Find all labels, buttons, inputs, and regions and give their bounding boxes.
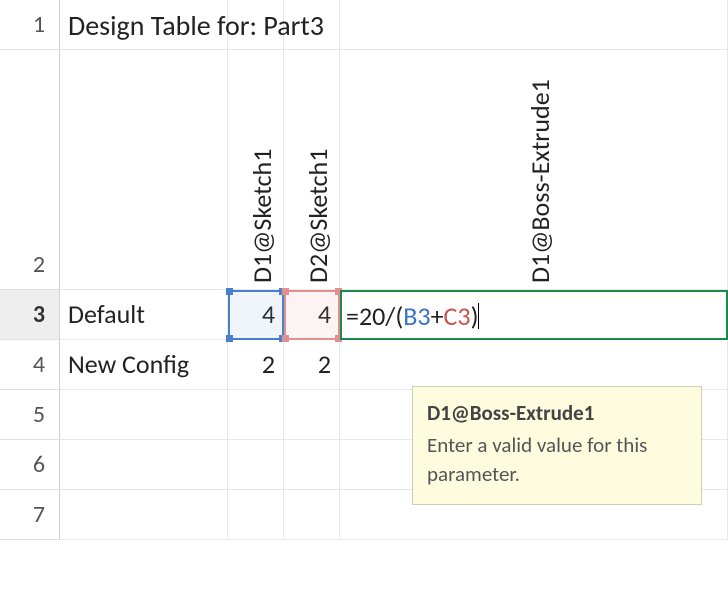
cell-A5[interactable] (60, 390, 228, 440)
parameter-tooltip: D1@Boss-Extrude1 Enter a valid value for… (412, 386, 702, 505)
cell-C7[interactable] (284, 490, 340, 540)
column-header-d: D1@Boss-Extrude1 (524, 79, 556, 283)
cell-C5[interactable] (284, 390, 340, 440)
formula-ref-C3: C3 (444, 300, 471, 332)
row-header-2[interactable]: 2 (0, 50, 60, 290)
cell-B7[interactable] (228, 490, 284, 540)
tooltip-body: Enter a valid value for this parameter. (427, 431, 687, 488)
cell-A4[interactable]: New Config (60, 340, 228, 390)
cell-D2-header[interactable]: D1@Boss-Extrude1 (340, 50, 728, 290)
design-table-title: Design Table for: Part3 (68, 8, 324, 43)
formula-prefix: =20/( (346, 300, 403, 332)
cell-C2-header[interactable]: D2@Sketch1 (284, 50, 340, 290)
cell-A3[interactable]: Default (60, 290, 228, 340)
tooltip-title: D1@Boss-Extrude1 (427, 399, 687, 427)
row-header-5[interactable]: 5 (0, 390, 60, 440)
row-header-6[interactable]: 6 (0, 440, 60, 490)
row-header-7[interactable]: 7 (0, 490, 60, 540)
cell-C4[interactable]: 2 (284, 340, 340, 390)
cell-A2[interactable] (60, 50, 228, 290)
cell-D3-editing[interactable]: =20/(B3+C3) (340, 290, 728, 340)
formula-editor[interactable]: =20/(B3+C3) (346, 300, 479, 332)
cell-A6[interactable] (60, 440, 228, 490)
formula-plus: + (431, 300, 444, 332)
cell-A7[interactable] (60, 490, 228, 540)
cell-C6[interactable] (284, 440, 340, 490)
cell-D1[interactable] (340, 0, 728, 50)
cell-B2-header[interactable]: D1@Sketch1 (228, 50, 284, 290)
cell-A1[interactable]: Design Table for: Part3 (60, 0, 228, 50)
formula-ref-B3: B3 (403, 300, 430, 332)
row-header-3[interactable]: 3 (0, 290, 60, 340)
cell-B3[interactable]: 4 (228, 290, 284, 340)
cell-C3[interactable]: 4 (284, 290, 340, 340)
row-header-1[interactable]: 1 (0, 0, 60, 50)
row-header-4[interactable]: 4 (0, 340, 60, 390)
cell-B5[interactable] (228, 390, 284, 440)
column-header-b: D1@Sketch1 (246, 149, 278, 283)
cell-D4[interactable] (340, 340, 728, 390)
text-caret-icon (478, 303, 479, 329)
formula-suffix: ) (471, 300, 479, 332)
cell-B4[interactable]: 2 (228, 340, 284, 390)
column-header-c: D2@Sketch1 (302, 149, 334, 283)
cell-B6[interactable] (228, 440, 284, 490)
